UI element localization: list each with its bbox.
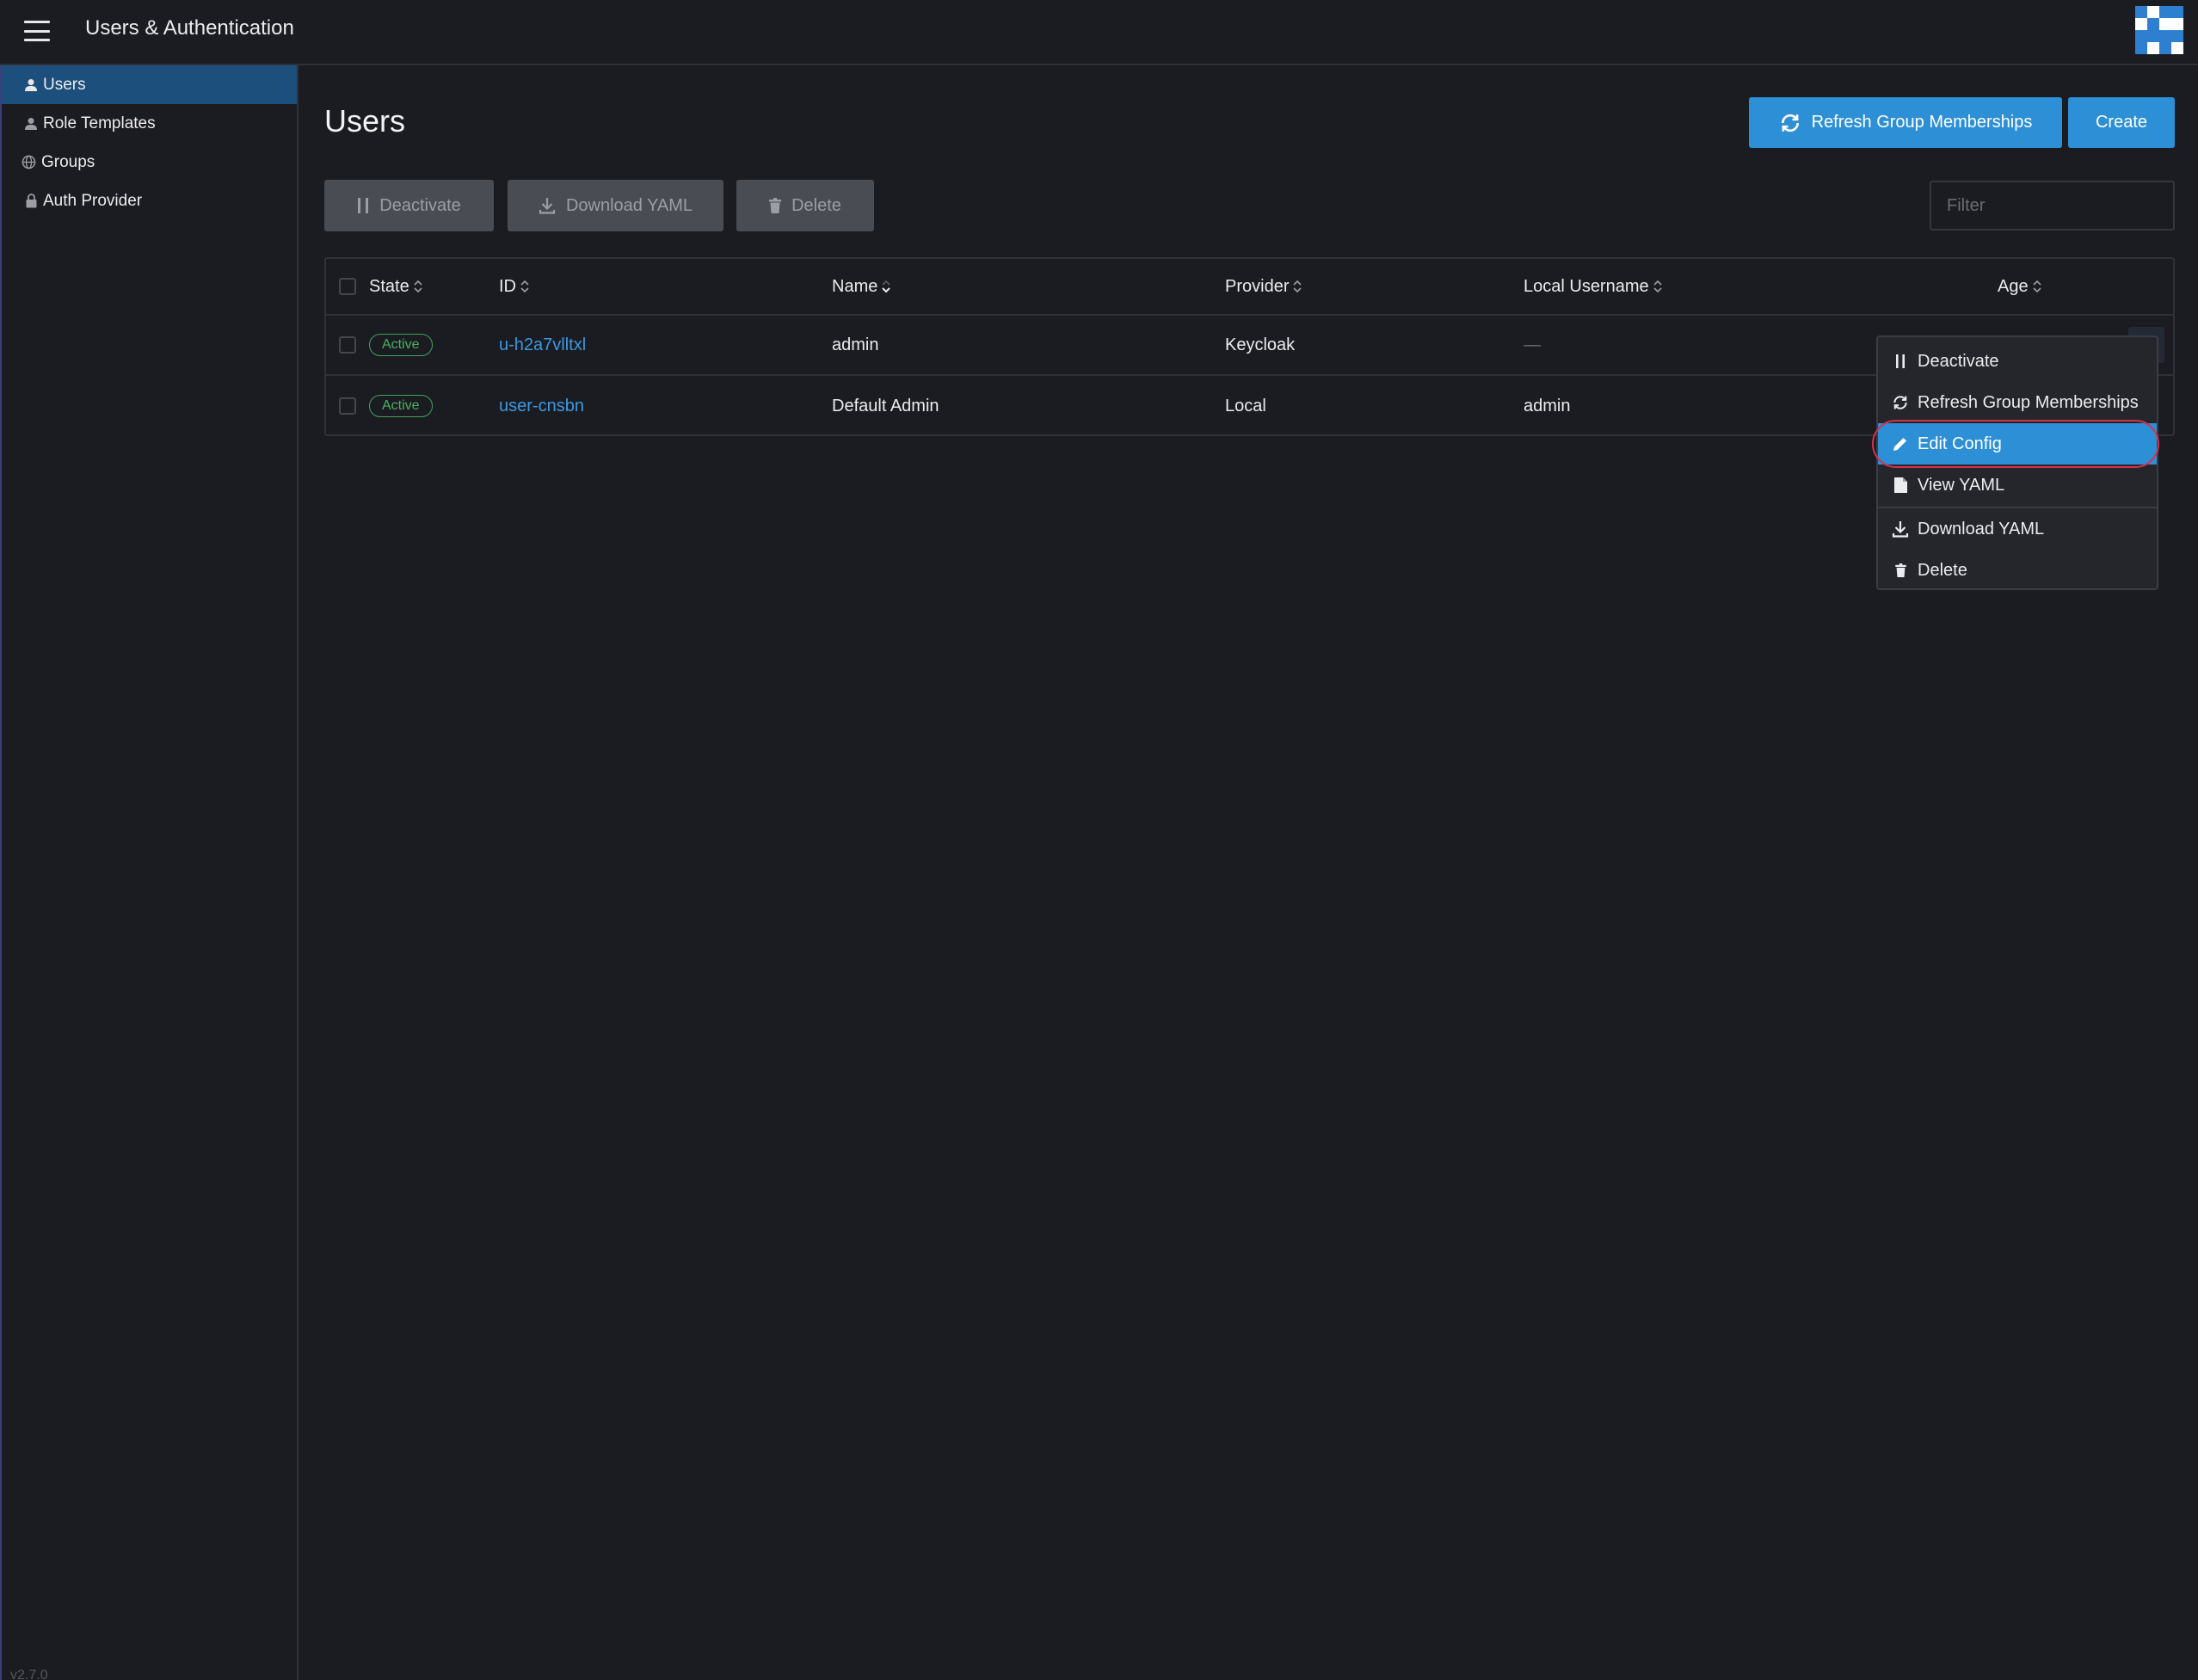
page-title: Users — [324, 103, 406, 138]
filter-input[interactable] — [1930, 181, 2175, 231]
refresh-icon — [1892, 394, 1909, 411]
trash-icon — [1892, 562, 1909, 579]
column-header-age[interactable]: Age — [1998, 259, 2042, 314]
download-icon — [539, 198, 556, 214]
hamburger-menu-icon[interactable] — [24, 21, 50, 41]
sidebar: Users Role Templates Groups Auth Provide… — [0, 65, 299, 1680]
sidebar-item-auth-provider[interactable]: Auth Provider — [2, 182, 297, 220]
column-header-local-username[interactable]: Local Username — [1524, 259, 1663, 314]
menu-item-view-yaml[interactable]: View YAML — [1878, 465, 2157, 506]
bulk-download-yaml-button[interactable]: Download YAML — [508, 180, 723, 231]
sort-icon — [520, 279, 530, 294]
local-username: — — [1524, 335, 1541, 354]
table-header: State ID Name Provider Local Username Ag… — [326, 259, 2173, 316]
status-badge: Active — [369, 395, 433, 417]
user-icon — [24, 77, 38, 93]
create-button-label: Create — [2095, 113, 2148, 132]
user-id-link[interactable]: user-cnsbn — [499, 397, 584, 416]
column-header-provider[interactable]: Provider — [1225, 259, 1302, 314]
pencil-icon — [1892, 435, 1909, 452]
sidebar-item-label: Role Templates — [43, 114, 156, 132]
trash-icon — [769, 198, 782, 213]
create-button[interactable]: Create — [2068, 97, 2175, 148]
user-provider: Keycloak — [1225, 335, 1296, 354]
menu-item-download-yaml[interactable]: Download YAML — [1878, 508, 2157, 550]
user-icon — [24, 116, 38, 132]
menu-item-deactivate[interactable]: Deactivate — [1878, 341, 2157, 382]
sidebar-item-groups[interactable]: Groups — [2, 143, 297, 182]
row-checkbox[interactable] — [339, 397, 356, 415]
top-header: Users & Authentication — [0, 0, 2198, 65]
brand-logo — [2135, 6, 2183, 54]
row-actions-menu: Deactivate Refresh Group Memberships Edi… — [1876, 335, 2158, 590]
bulk-deactivate-label: Deactivate — [379, 195, 461, 215]
row-checkbox[interactable] — [339, 336, 356, 354]
menu-item-refresh-group-memberships[interactable]: Refresh Group Memberships — [1878, 382, 2157, 423]
bulk-delete-button[interactable]: Delete — [736, 180, 874, 231]
file-icon — [1892, 477, 1909, 494]
sort-icon — [1292, 279, 1302, 294]
sidebar-item-label: Auth Provider — [43, 191, 143, 210]
bulk-delete-label: Delete — [791, 195, 841, 215]
sort-descending-icon — [881, 279, 891, 294]
globe-icon — [21, 155, 36, 170]
sidebar-item-label: Users — [43, 75, 86, 94]
app-title: Users & Authentication — [85, 16, 294, 40]
bulk-download-yaml-label: Download YAML — [565, 195, 693, 215]
menu-item-delete[interactable]: Delete — [1878, 550, 2157, 591]
sort-icon — [1653, 279, 1663, 294]
sort-icon — [413, 279, 423, 294]
pause-icon — [358, 198, 369, 213]
select-all-checkbox[interactable] — [339, 278, 356, 295]
refresh-group-memberships-button[interactable]: Refresh Group Memberships — [1749, 97, 2062, 148]
local-username: admin — [1524, 396, 1571, 415]
refresh-icon — [1781, 114, 1799, 132]
column-header-name[interactable]: Name — [832, 259, 891, 314]
version-label: v2.7.0 — [10, 1668, 48, 1680]
status-badge: Active — [369, 334, 433, 356]
lock-icon — [24, 194, 38, 209]
menu-item-edit-config[interactable]: Edit Config — [1878, 423, 2157, 465]
pause-icon — [1892, 353, 1909, 370]
refresh-button-label: Refresh Group Memberships — [1811, 113, 2033, 132]
user-id-link[interactable]: u-h2a7vlltxl — [499, 335, 586, 355]
column-header-state[interactable]: State — [369, 259, 423, 314]
user-name: admin — [832, 335, 879, 354]
user-provider: Local — [1225, 396, 1266, 415]
bulk-deactivate-button[interactable]: Deactivate — [324, 180, 494, 231]
sidebar-item-users[interactable]: Users — [2, 65, 297, 104]
user-name: Default Admin — [832, 396, 939, 415]
sidebar-item-label: Groups — [41, 152, 95, 171]
sidebar-item-role-templates[interactable]: Role Templates — [2, 104, 297, 143]
column-header-id[interactable]: ID — [499, 259, 530, 314]
sort-icon — [2032, 279, 2042, 294]
download-icon — [1892, 520, 1909, 538]
